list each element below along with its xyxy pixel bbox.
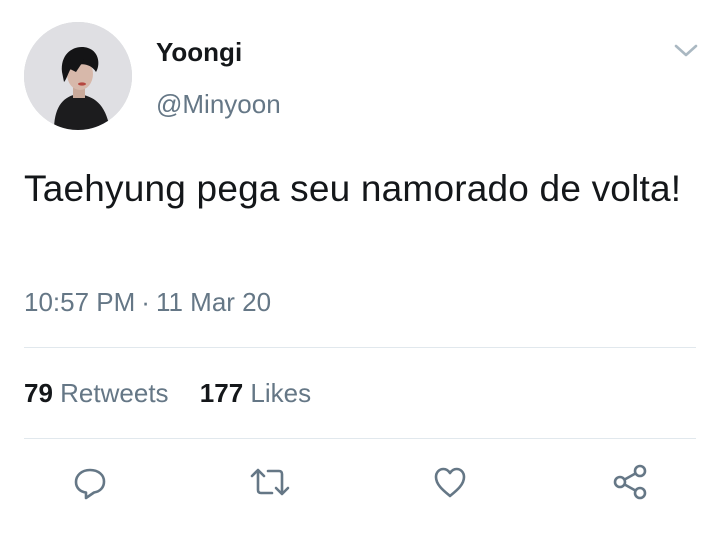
tweet-text: Taehyung pega seu namorado de volta! bbox=[24, 168, 682, 209]
retweet-button[interactable] bbox=[246, 458, 294, 506]
retweets-stat[interactable]: 79 Retweets bbox=[24, 376, 169, 410]
tweet-date: 11 Mar 20 bbox=[155, 287, 272, 317]
share-button[interactable] bbox=[606, 458, 654, 506]
tweet-timestamp[interactable]: 10:57 PM · 11 Mar 20 bbox=[24, 285, 271, 319]
avatar-photo bbox=[24, 22, 132, 130]
author-handle[interactable]: @Minyoon bbox=[156, 88, 281, 120]
likes-stat[interactable]: 177 Likes bbox=[200, 376, 311, 410]
tweet-stats: 79 Retweets 177 Likes bbox=[24, 376, 335, 410]
reply-icon bbox=[74, 468, 106, 500]
action-bar bbox=[0, 458, 720, 518]
timestamp-separator: · bbox=[141, 287, 150, 317]
avatar[interactable] bbox=[24, 22, 132, 130]
chevron-down-icon[interactable] bbox=[672, 40, 700, 60]
author-name[interactable]: Yoongi bbox=[156, 36, 242, 68]
share-icon bbox=[613, 464, 647, 500]
divider bbox=[24, 347, 696, 348]
heart-icon bbox=[434, 467, 466, 498]
like-button[interactable] bbox=[426, 458, 474, 506]
retweets-count: 79 bbox=[24, 378, 53, 408]
retweet-icon bbox=[250, 468, 290, 496]
tweet-time: 10:57 PM bbox=[24, 287, 136, 317]
divider bbox=[24, 438, 696, 439]
reply-button[interactable] bbox=[66, 458, 114, 506]
likes-count: 177 bbox=[199, 378, 244, 408]
retweets-label: Retweets bbox=[60, 378, 169, 408]
likes-label: Likes bbox=[250, 378, 312, 408]
